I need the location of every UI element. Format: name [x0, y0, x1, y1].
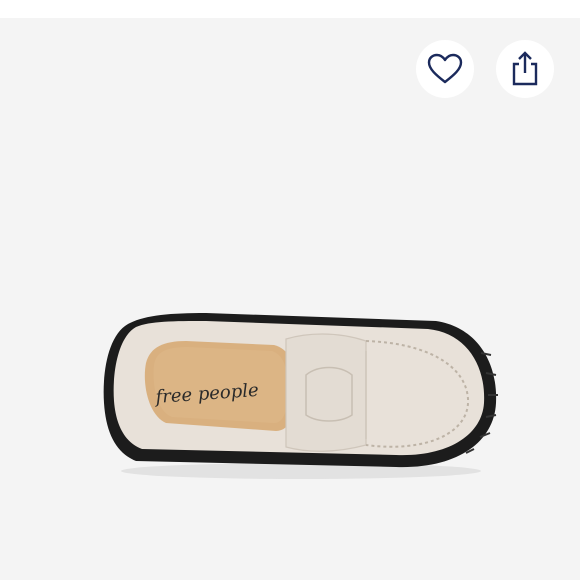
heart-icon: [427, 53, 463, 84]
top-header-strip: [0, 0, 580, 18]
share-icon: [512, 51, 538, 86]
like-button[interactable]: [416, 40, 474, 98]
loafer-shoe-image: free people: [103, 313, 498, 479]
share-button[interactable]: [496, 40, 554, 98]
product-image-area: free people: [0, 18, 580, 580]
